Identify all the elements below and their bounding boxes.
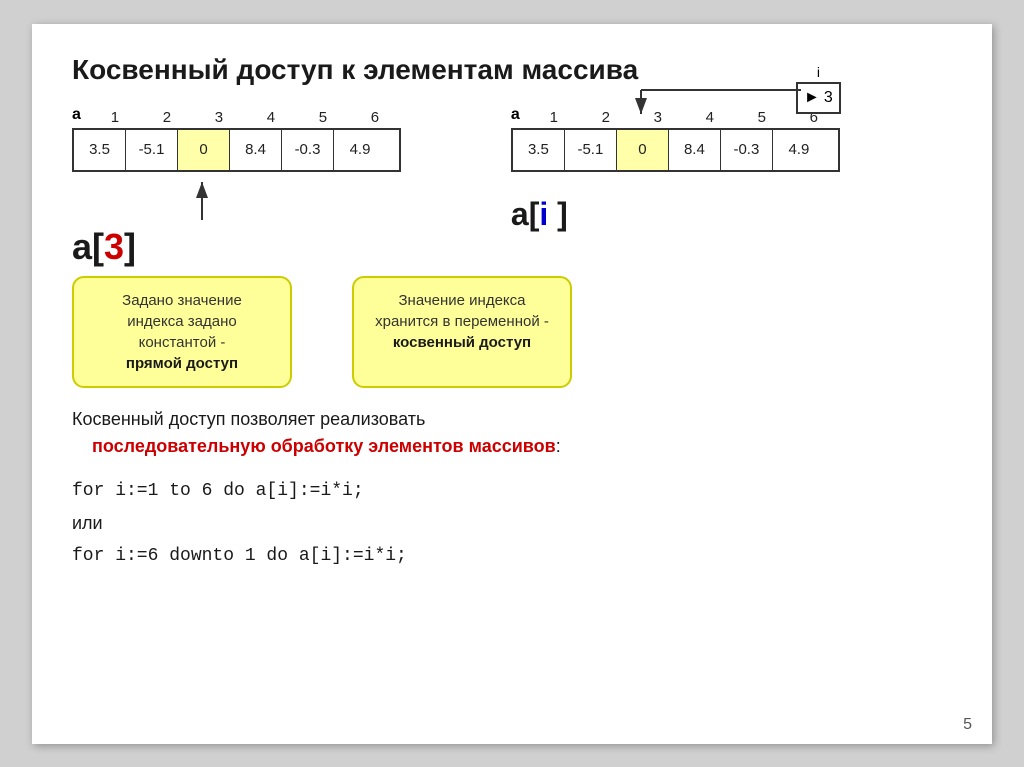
left-index-3: 3 [193, 109, 245, 126]
left-index-1: 1 [89, 109, 141, 126]
left-cell-4: 8.4 [230, 130, 282, 170]
slide: Косвенный доступ к элементам массива a 1… [32, 24, 992, 744]
left-index-4: 4 [245, 109, 297, 126]
code-line2: for i:=6 downto 1 do a[i]:=i*i; [72, 540, 952, 572]
note-left-text: Задано значение индекса задано константо… [122, 292, 242, 351]
diagrams-wrapper: a 1 2 3 4 5 6 3.5 -5.1 0 8.4 -0.3 4.9 [72, 106, 952, 267]
right-cell-2: -5.1 [565, 130, 617, 170]
left-array-indices: 1 2 3 4 5 6 [89, 109, 401, 126]
left-array-name: a [72, 106, 81, 124]
note-right: Значение индекса хранится в переменной -… [352, 276, 572, 388]
left-index-5: 5 [297, 109, 349, 126]
note-right-bold: косвенный доступ [393, 334, 531, 351]
right-arrow-spacer [511, 172, 840, 192]
a3-num: 3 [104, 226, 124, 267]
left-index-6: 6 [349, 109, 401, 126]
paragraph1-end: : [556, 436, 561, 456]
paragraph1-indent: последовательную обработку элементов мас… [92, 436, 561, 456]
paragraph1-normal: Косвенный доступ позволяет реализовать [72, 409, 425, 429]
note-left: Задано значение индекса задано константо… [72, 276, 292, 388]
notes-row: Задано значение индекса задано константо… [72, 276, 952, 388]
right-arrow-svg [511, 64, 851, 124]
right-cell-4: 8.4 [669, 130, 721, 170]
slide-number: 5 [963, 716, 972, 734]
text-section: Косвенный доступ позволяет реализовать п… [72, 406, 952, 460]
left-cell-3: 0 [178, 130, 230, 170]
left-array-cells: 3.5 -5.1 0 8.4 -0.3 4.9 [72, 128, 401, 172]
paragraph1-red: последовательную обработку элементов мас… [92, 436, 556, 456]
note-right-text: Значение индекса хранится в переменной - [375, 292, 549, 330]
left-diagram: a 1 2 3 4 5 6 3.5 -5.1 0 8.4 -0.3 4.9 [72, 106, 401, 267]
right-cell-3: 0 [617, 130, 669, 170]
right-array-cells: 3.5 -5.1 0 8.4 -0.3 4.9 [511, 128, 840, 172]
right-cell-1: 3.5 [513, 130, 565, 170]
code-line1: for i:=1 to 6 do a[i]:=i*i; [72, 475, 952, 507]
left-cell-6: 4.9 [334, 130, 386, 170]
code-section: for i:=1 to 6 do a[i]:=i*i; или for i:=6… [72, 475, 952, 572]
left-cell-2: -5.1 [126, 130, 178, 170]
left-cell-5: -0.3 [282, 130, 334, 170]
left-array-label-row: a 1 2 3 4 5 6 [72, 106, 401, 126]
right-cell-6: 4.9 [773, 130, 825, 170]
left-index-2: 2 [141, 109, 193, 126]
note-left-bold: прямой доступ [126, 355, 238, 372]
ili-text: или [72, 507, 952, 539]
right-diagram: a 1 2 3 4 5 6 i ►3 3.5 [511, 106, 840, 232]
a3-label: a[3] [72, 227, 401, 267]
ai-i: i [539, 196, 548, 232]
left-arrow-svg [72, 172, 237, 222]
left-cell-1: 3.5 [74, 130, 126, 170]
ai-label: a[i ] [511, 197, 840, 232]
right-cell-5: -0.3 [721, 130, 773, 170]
